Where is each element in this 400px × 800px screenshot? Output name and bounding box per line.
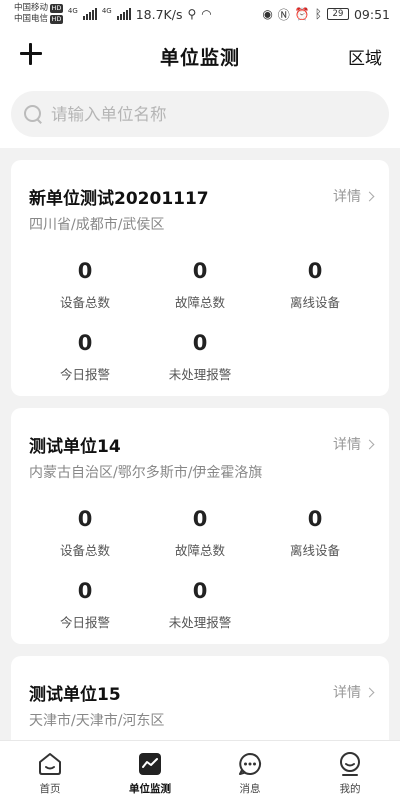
stat-unhandled-alarm: 0 未处理报警: [144, 330, 256, 383]
search-section: [0, 84, 400, 148]
detail-label: 详情: [333, 437, 361, 453]
home-icon: [39, 753, 61, 775]
unit-name: 新单位测试20201117: [29, 189, 209, 209]
unit-region: 内蒙古自治区/鄂尔多斯市/伊金霍洛旗: [29, 465, 263, 481]
hd-badge: HD: [50, 4, 63, 13]
stat-unhandled-alarm: 0 未处理报警: [144, 578, 256, 631]
search-bar[interactable]: [11, 91, 389, 137]
network-speed: 18.7K/s: [135, 6, 183, 22]
wifi-icon: ◠: [201, 7, 212, 21]
status-bar: 中国移动 HD 中国电信 HD 4G 4G 18.7K/s ⚲ ◠ ◉ Ⓝ ⏰ …: [0, 0, 400, 28]
bluetooth-icon: ᛒ: [314, 7, 322, 21]
carrier-1: 中国移动: [14, 3, 49, 13]
detail-label: 详情: [333, 189, 361, 205]
page-title: 单位监测: [159, 46, 240, 69]
nav-messages[interactable]: 消息: [200, 741, 300, 800]
carrier-2: 中国电信: [14, 14, 49, 24]
status-bar-right: ◉ Ⓝ ⏰ ᛒ 29 09:51: [262, 6, 390, 23]
stat-label: 故障总数: [174, 295, 225, 310]
stat-value: 0: [77, 331, 93, 355]
bottom-nav: 首页 单位监测 消息 我的: [0, 740, 400, 800]
stat-value: 0: [77, 507, 93, 531]
stat-offline: 0 离线设备: [259, 506, 371, 559]
profile-icon: [340, 752, 360, 776]
carrier-info: 中国移动 HD 中国电信 HD: [14, 3, 63, 25]
unit-region: 天津市/天津市/河东区: [29, 713, 165, 729]
stat-value: 0: [192, 579, 208, 603]
hd-badge: HD: [50, 15, 63, 24]
chevron-right-icon: [364, 439, 375, 449]
chevron-right-icon: [364, 191, 375, 201]
stat-device-total: 0 设备总数: [29, 506, 141, 559]
stat-fault-total: 0 故障总数: [144, 258, 256, 311]
status-bar-left: 中国移动 HD 中国电信 HD 4G 4G 18.7K/s ⚲ ◠: [14, 3, 212, 25]
stat-label: 离线设备: [289, 543, 340, 558]
stat-label: 今日报警: [59, 615, 110, 630]
monitor-icon: [139, 753, 161, 775]
stat-value: 0: [307, 507, 323, 531]
nfc-icon: Ⓝ: [277, 7, 290, 22]
stat-fault-total: 0 故障总数: [144, 506, 256, 559]
stat-offline: 0 离线设备: [259, 258, 371, 311]
unit-card[interactable]: 测试单位15 详情 天津市/天津市/河东区: [11, 656, 389, 740]
unit-name: 测试单位15: [29, 685, 121, 705]
stat-label: 离线设备: [289, 295, 340, 310]
stat-label: 未处理报警: [168, 615, 232, 630]
stat-value: 0: [77, 579, 93, 603]
search-icon: [23, 104, 43, 124]
unit-card[interactable]: 测试单位14 详情 内蒙古自治区/鄂尔多斯市/伊金霍洛旗 0 设备总数 0 故障…: [11, 408, 389, 644]
stat-value: 0: [77, 259, 93, 283]
detail-label: 详情: [333, 685, 361, 701]
signal-icon: [82, 8, 97, 20]
stat-today-alarm: 0 今日报警: [29, 330, 141, 383]
stat-device-total: 0 设备总数: [29, 258, 141, 311]
signal-icon: [116, 8, 131, 20]
nav-profile[interactable]: 我的: [300, 741, 400, 800]
nav-label: 首页: [39, 783, 61, 795]
status-time: 09:51: [353, 6, 390, 22]
stat-today-alarm: 0 今日报警: [29, 578, 141, 631]
unit-list: 新单位测试20201117 详情 四川省/成都市/武侯区 0 设备总数 0 故障…: [0, 148, 400, 740]
stat-label: 设备总数: [59, 543, 110, 558]
stat-label: 未处理报警: [168, 367, 232, 382]
nav-label: 我的: [339, 783, 361, 795]
stat-value: 0: [307, 259, 323, 283]
nav-unit-monitor[interactable]: 单位监测: [100, 741, 200, 800]
network-type-1: 4G: [67, 7, 78, 15]
stat-value: 0: [192, 331, 208, 355]
detail-button[interactable]: 详情: [333, 186, 375, 206]
unit-name: 测试单位14: [29, 437, 121, 457]
network-type-2: 4G: [101, 7, 112, 15]
stat-label: 故障总数: [174, 543, 225, 558]
eye-icon: ◉: [262, 7, 273, 21]
battery-icon: 29: [326, 8, 349, 20]
stat-value: 0: [192, 259, 208, 283]
chevron-right-icon: [364, 687, 375, 697]
message-icon: [239, 753, 261, 775]
region-button[interactable]: 区域: [348, 44, 382, 69]
detail-button[interactable]: 详情: [333, 434, 375, 454]
usb-icon: ⚲: [187, 7, 197, 21]
unit-region: 四川省/成都市/武侯区: [29, 217, 165, 233]
stat-label: 设备总数: [59, 295, 110, 310]
app-header: 单位监测 区域: [0, 28, 400, 84]
detail-button[interactable]: 详情: [333, 682, 375, 702]
alarm-icon: ⏰: [294, 7, 310, 21]
nav-label: 单位监测: [129, 783, 171, 795]
add-icon[interactable]: [18, 41, 44, 67]
stat-value: 0: [192, 507, 208, 531]
search-input[interactable]: [51, 104, 351, 124]
stat-label: 今日报警: [59, 367, 110, 382]
unit-card[interactable]: 新单位测试20201117 详情 四川省/成都市/武侯区 0 设备总数 0 故障…: [11, 160, 389, 396]
nav-home[interactable]: 首页: [0, 741, 100, 800]
nav-label: 消息: [239, 783, 261, 795]
